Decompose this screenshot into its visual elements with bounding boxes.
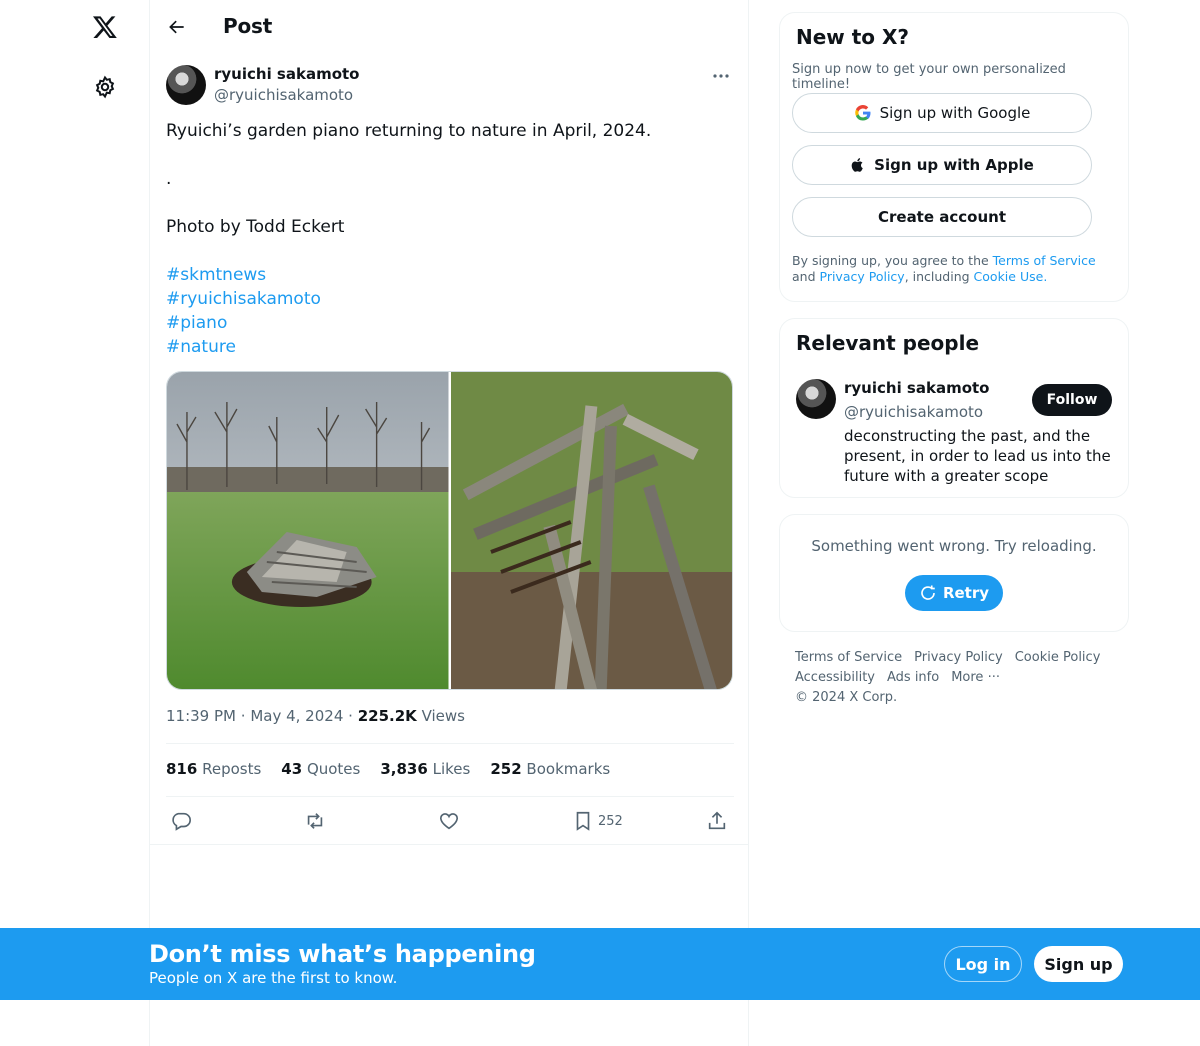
reposts-stat[interactable]: 816 Reposts (166, 760, 261, 778)
footer-link-terms[interactable]: Terms of Service (795, 648, 902, 668)
relevant-name[interactable]: ryuichi sakamoto (844, 379, 990, 397)
back-arrow-icon[interactable] (162, 12, 192, 42)
hashtag-link[interactable]: #piano (166, 313, 227, 333)
footer-link-more[interactable]: More ··· (951, 668, 1000, 688)
login-button[interactable]: Log in (944, 946, 1022, 982)
create-account-label: Create account (877, 208, 1006, 226)
x-logo-icon[interactable] (85, 7, 125, 47)
post-text: Ryuichi’s garden piano returning to natu… (166, 119, 734, 359)
more-icon[interactable] (706, 66, 736, 86)
retry-button[interactable]: Retry (905, 575, 1003, 611)
post-text-line: Ryuichi’s garden piano returning to natu… (166, 121, 652, 141)
post-actions: 252 (166, 806, 734, 836)
relevant-people-card: Relevant people ryuichi sakamoto @ryuich… (779, 318, 1129, 498)
signup-legal: By signing up, you agree to the Terms of… (792, 253, 1096, 284)
signup-title: New to X? (796, 25, 910, 49)
banner-title: Don’t miss what’s happening (149, 940, 536, 968)
photo-piano-closeup[interactable] (450, 372, 732, 689)
retry-icon (921, 585, 935, 600)
apple-signup-button[interactable]: Sign up with Apple (792, 145, 1092, 185)
hashtag-link[interactable]: #ryuichisakamoto (166, 289, 321, 309)
views-label: Views (421, 707, 465, 725)
footer-link-privacy[interactable]: Privacy Policy (914, 648, 1003, 668)
divider (166, 743, 734, 744)
google-signup-button[interactable]: Sign up with Google (792, 93, 1092, 133)
relevant-handle[interactable]: @ryuichisakamoto (844, 403, 983, 421)
bookmarks-stat[interactable]: 252 Bookmarks (490, 760, 610, 778)
privacy-link[interactable]: Privacy Policy (820, 269, 905, 284)
bookmark-icon[interactable]: 252 (572, 806, 623, 836)
footer-link-ads[interactable]: Ads info (887, 668, 939, 688)
footer-links: Terms of Service Privacy Policy Cookie Pol… (795, 648, 1115, 708)
post-author: ryuichi sakamoto @ryuichisakamoto (166, 64, 736, 106)
views-count: 225.2K (357, 707, 417, 725)
main-column: Post ryuichi sakamoto @ryuichisakamoto R… (149, 0, 749, 1046)
author-handle[interactable]: @ryuichisakamoto (214, 86, 353, 104)
bottom-signup-banner: Don’t miss what’s happening People on X … (0, 928, 1200, 1000)
like-icon[interactable] (438, 806, 460, 836)
repost-icon[interactable] (304, 806, 326, 836)
apple-icon (851, 158, 863, 172)
terms-link[interactable]: Terms of Service (993, 253, 1096, 268)
google-icon (854, 105, 871, 121)
retry-label: Retry (942, 584, 990, 602)
hashtag-link[interactable]: #nature (166, 337, 236, 357)
photo-garden-piano[interactable] (167, 372, 449, 689)
signup-subtitle: Sign up now to get your own personalized… (792, 62, 1066, 92)
relevant-title: Relevant people (796, 331, 980, 355)
share-icon[interactable] (706, 806, 728, 836)
bookmark-count: 252 (598, 813, 623, 829)
post-meta: 11:39 PM · May 4, 2024 · 225.2K Views (166, 707, 465, 725)
page-header: Post (150, 0, 750, 53)
error-card: Something went wrong. Try reloading. Ret… (779, 514, 1129, 632)
post-text-line: . (166, 169, 172, 189)
footer-link-cookie[interactable]: Cookie Policy (1015, 648, 1101, 668)
avatar[interactable] (796, 379, 836, 419)
apple-signup-label: Sign up with Apple (874, 156, 1034, 174)
page-title: Post (223, 14, 273, 38)
post-media (166, 371, 733, 690)
footer-link-accessibility[interactable]: Accessibility (795, 668, 875, 688)
gear-icon[interactable] (85, 67, 125, 107)
error-message: Something went wrong. Try reloading. (811, 537, 1097, 555)
footer-copyright: © 2024 X Corp. (795, 690, 898, 705)
cookie-link[interactable]: Cookie Use (974, 269, 1044, 284)
author-name[interactable]: ryuichi sakamoto (214, 65, 360, 83)
post-text-line: Photo by Todd Eckert (166, 217, 345, 237)
reply-icon[interactable] (170, 806, 192, 836)
banner-subtitle: People on X are the first to know. (149, 969, 398, 987)
signup-button[interactable]: Sign up (1034, 946, 1123, 982)
divider (166, 796, 734, 797)
hashtag-link[interactable]: #skmtnews (166, 265, 266, 285)
relevant-bio: deconstructing the past, and the present… (844, 427, 1111, 485)
create-account-button[interactable]: Create account (792, 197, 1092, 237)
avatar[interactable] (166, 65, 206, 105)
signup-card: New to X? Sign up now to get your own pe… (779, 12, 1129, 302)
post-time[interactable]: 11:39 PM (166, 707, 236, 725)
left-nav (0, 0, 150, 1046)
likes-stat[interactable]: 3,836 Likes (380, 760, 470, 778)
google-signup-label: Sign up with Google (879, 104, 1031, 122)
post-date[interactable]: May 4, 2024 (250, 707, 343, 725)
follow-button[interactable]: Follow (1032, 384, 1112, 416)
quotes-stat[interactable]: 43 Quotes (281, 760, 360, 778)
post-stats: 816 Reposts 43 Quotes 3,836 Likes 252 Bo… (166, 760, 610, 778)
divider (150, 844, 748, 845)
